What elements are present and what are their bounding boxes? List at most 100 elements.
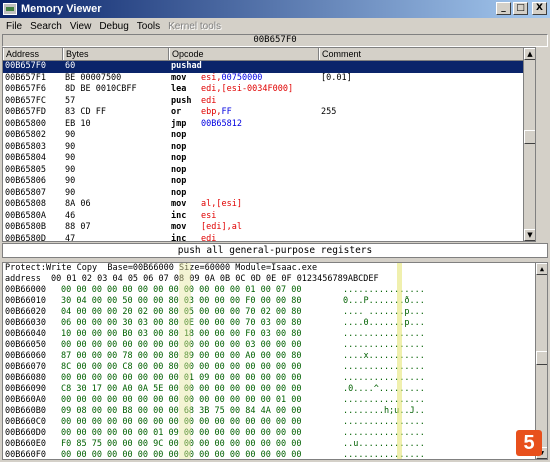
disasm-row[interactable]: 00B6580B 88 07 mov [edi],al — [3, 222, 535, 234]
disasm-operands — [199, 176, 319, 188]
hex-row[interactable]: 00B66020 04 00 00 00 20 02 00 80 05 00 00… — [3, 307, 547, 318]
hex-row[interactable]: 00B660F0 00 00 00 00 00 00 00 00 00 00 00… — [3, 450, 547, 459]
hex-row[interactable]: 00B66030 06 00 00 00 30 03 00 80 0E 00 00… — [3, 318, 547, 329]
hex-row[interactable]: 00B660E0 F0 85 75 00 00 00 9C 00 00 00 00… — [3, 439, 547, 450]
hex-scroll-thumb[interactable] — [536, 351, 547, 365]
disasm-address: 00B657FC — [5, 95, 46, 106]
hex-row-bytes: 10 00 00 00 B0 03 00 80 18 00 00 00 F0 0… — [61, 329, 302, 339]
hex-row[interactable]: 00B66060 87 00 00 00 78 00 00 80 89 00 00… — [3, 351, 547, 362]
header-comment[interactable]: Comment — [319, 48, 525, 60]
disasm-comment — [319, 142, 439, 154]
disasm-row[interactable]: 00B6580A 46 inc esi — [3, 211, 535, 223]
disasm-row[interactable]: 00B657F6 8D BE 0010CBFF lea edi,[esi-0034F0… — [3, 84, 535, 96]
disasm-address: 00B65804 — [5, 153, 46, 163]
disasm-comment — [319, 234, 439, 242]
disasm-bytes: 8D BE 0010CBFF — [65, 84, 137, 94]
disasm-address: 00B65808 — [5, 199, 46, 209]
disasm-comment — [319, 176, 439, 188]
disasm-opcode: mov — [171, 222, 187, 232]
hex-row[interactable]: 00B66010 30 04 00 00 50 00 00 80 03 00 00… — [3, 296, 547, 307]
hex-row[interactable]: 00B66090 C8 30 17 00 A0 0A 5E 00 00 00 00… — [3, 384, 547, 395]
hex-row-bytes: 09 08 00 00 B8 00 00 00 68 3B 75 00 84 4… — [61, 406, 302, 416]
disassembler-pane[interactable]: Address Bytes Opcode Comment 00B657F0 60 p… — [2, 47, 536, 242]
title-bar[interactable]: Memory Viewer _ □ X — [0, 0, 550, 18]
disasm-row[interactable]: 00B65802 90 nop — [3, 130, 535, 142]
hex-row[interactable]: 00B660B0 09 08 00 00 B8 00 00 00 68 3B 75… — [3, 406, 547, 417]
hex-row-address: 00B660D0 — [5, 428, 46, 438]
menu-kernel-tools: Kernel tools — [168, 20, 221, 32]
disasm-row[interactable]: 00B65806 90 nop — [3, 176, 535, 188]
disasm-bytes: 90 — [65, 153, 76, 163]
hex-row[interactable]: 00B66000 00 00 00 00 00 00 00 00 00 00 00… — [3, 285, 547, 296]
disasm-row[interactable]: 00B65805 90 nop — [3, 165, 535, 177]
disasm-bytes: 90 — [65, 187, 76, 198]
hex-scroll-up-arrow[interactable]: ▲ — [536, 263, 547, 275]
hex-row-bytes: 87 00 00 00 78 00 00 80 89 00 00 00 A0 0… — [61, 351, 302, 361]
disasm-row[interactable]: 00B65800 EB 10 jmp 00B65812 — [3, 119, 535, 131]
disasm-row[interactable]: 00B657F0 60 pushad — [3, 61, 535, 73]
disasm-bytes: 90 — [65, 130, 76, 140]
disasm-scrollbar[interactable]: ▲ ▼ — [523, 48, 535, 241]
hex-info-line: Protect:Write Copy Base=00B66000 Size=60… — [5, 263, 318, 273]
hex-row[interactable]: 00B660A0 00 00 00 00 00 00 00 00 00 00 00… — [3, 395, 547, 406]
hex-row-ascii: ................ — [343, 340, 425, 350]
disasm-row[interactable]: 00B65808 8A 06 mov al,[esi] — [3, 199, 535, 211]
scroll-up-arrow[interactable]: ▲ — [524, 48, 535, 60]
disasm-row[interactable]: 00B65807 90 nop — [3, 188, 535, 200]
header-address[interactable]: Address — [3, 48, 63, 60]
disasm-operands — [199, 165, 319, 177]
disasm-bytes: 57 — [65, 95, 76, 106]
operand-value: 00750000 — [221, 72, 263, 83]
hex-view-pane[interactable]: Protect:Write Copy Base=00B66000 Size=60… — [2, 262, 548, 460]
disasm-operands — [199, 61, 319, 73]
disasm-row[interactable]: 00B657FC 57 push edi — [3, 96, 535, 108]
hex-row-ascii: ................ — [343, 417, 425, 427]
disasm-row[interactable]: 00B6580D 47 inc edi — [3, 234, 535, 242]
site-badge-icon: 5 — [516, 430, 542, 456]
minimize-button[interactable]: _ — [496, 2, 511, 15]
menu-debug[interactable]: Debug — [95, 21, 132, 32]
operand-value: 00B65812 — [201, 118, 242, 129]
hex-row[interactable]: 00B66070 8C 00 00 00 C8 00 00 80 00 00 00… — [3, 362, 547, 373]
operand-register: edi,[esi-0034F000] — [201, 84, 294, 94]
disasm-opcode: push — [171, 95, 192, 106]
hex-row-bytes: C8 30 17 00 A0 0A 5E 00 00 00 00 00 00 0… — [61, 384, 302, 394]
window-controls: _ □ X — [496, 2, 547, 15]
scroll-thumb[interactable] — [524, 130, 535, 144]
scroll-down-arrow[interactable]: ▼ — [524, 229, 535, 241]
disasm-bytes: 88 07 — [65, 222, 91, 232]
header-bytes[interactable]: Bytes — [63, 48, 169, 60]
hex-row[interactable]: 00B66080 00 00 00 00 00 00 00 00 01 09 00… — [3, 373, 547, 384]
disasm-row[interactable]: 00B65803 90 nop — [3, 142, 535, 154]
maximize-button[interactable]: □ — [513, 2, 528, 15]
menu-view[interactable]: View — [66, 21, 96, 32]
hex-row[interactable]: 00B66040 10 00 00 00 B0 03 00 80 18 00 00… — [3, 329, 547, 340]
hex-row[interactable]: 00B660C0 00 00 00 00 00 00 00 00 00 00 00… — [3, 417, 547, 428]
disasm-address: 00B65807 — [5, 187, 46, 198]
disasm-opcode: pushad — [171, 61, 202, 71]
hex-row[interactable]: 00B660D0 00 00 00 00 00 00 01 09 00 00 00… — [3, 428, 547, 439]
disasm-address: 00B65802 — [5, 130, 46, 140]
header-opcode[interactable]: Opcode — [169, 48, 319, 60]
disasm-comment — [319, 188, 439, 200]
disasm-rows: 00B657F0 60 pushad 00B657F1 BE 00007500 mov es… — [3, 61, 535, 242]
hex-row[interactable]: 00B66050 00 00 00 00 00 00 00 00 00 00 00… — [3, 340, 547, 351]
disasm-row[interactable]: 00B657F1 BE 00007500 mov esi,00750000 [0.01] — [3, 73, 535, 85]
menu-file[interactable]: File — [2, 21, 26, 32]
hex-row-bytes: 8C 00 00 00 C8 00 00 80 00 00 00 00 00 0… — [61, 362, 302, 372]
hex-row-address: 00B66010 — [5, 296, 46, 306]
menu-search[interactable]: Search — [26, 21, 66, 32]
disasm-row[interactable]: 00B657FD 83 CD FF or ebp,FF 255 — [3, 107, 535, 119]
hex-row-bytes: 00 00 00 00 00 00 00 00 00 00 00 00 01 0… — [61, 285, 302, 295]
disasm-opcode: or — [171, 107, 182, 117]
hex-row-ascii: ................ — [343, 329, 425, 339]
disasm-bytes: BE 00007500 — [65, 72, 122, 83]
hex-row-ascii: ................ — [343, 373, 425, 383]
disasm-bytes: 46 — [65, 210, 76, 221]
disasm-row[interactable]: 00B65804 90 nop — [3, 153, 535, 165]
hex-row-ascii: .0....^......... — [343, 384, 425, 394]
close-button[interactable]: X — [532, 2, 547, 15]
menu-tools[interactable]: Tools — [133, 21, 164, 32]
hex-row-bytes: 00 00 00 00 00 00 00 00 00 00 00 00 00 0… — [61, 395, 302, 405]
menu-bar: File Search View Debug Tools Kernel tool… — [0, 18, 550, 34]
